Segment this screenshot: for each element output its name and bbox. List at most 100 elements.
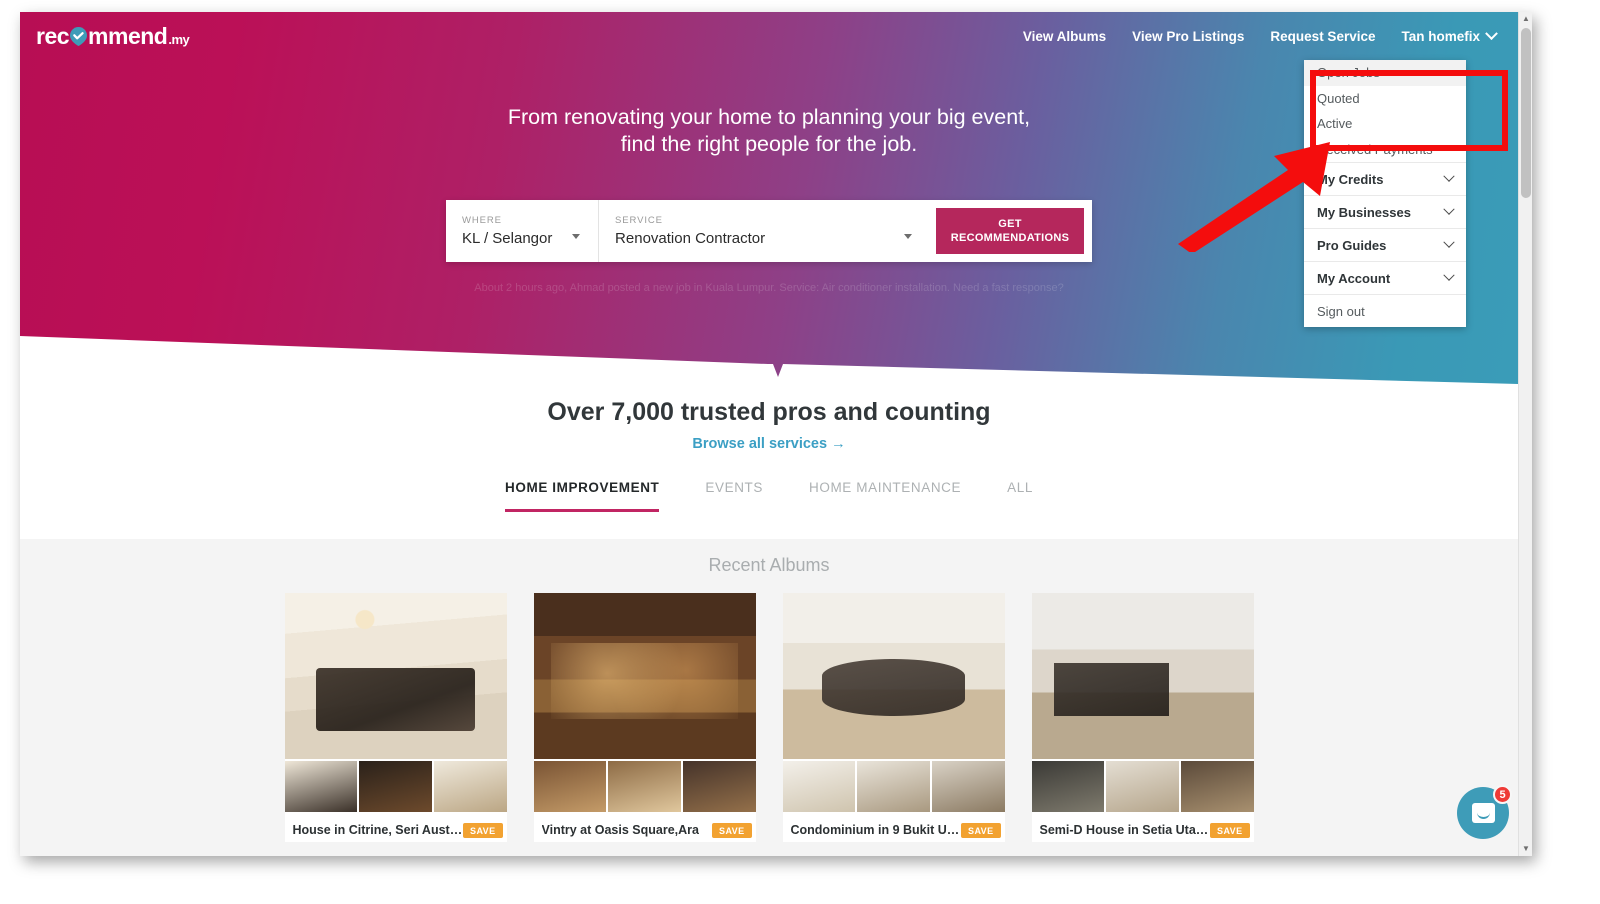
- get-recommendations-button[interactable]: GET RECOMMENDATIONS: [936, 208, 1084, 254]
- where-value: KL / Selangor: [462, 230, 553, 247]
- album-thumbnail[interactable]: [857, 761, 930, 812]
- save-album-button[interactable]: SAVE: [961, 822, 1001, 838]
- dropdown-item-open-jobs[interactable]: Open Jobs: [1304, 60, 1466, 86]
- album-cover-image[interactable]: [1031, 593, 1254, 759]
- service-search-bar: WHERE KL / Selangor SERVICE Renovation C…: [446, 200, 1092, 262]
- chevron-down-icon: [1443, 236, 1455, 248]
- album-cover-image[interactable]: [284, 593, 507, 759]
- save-album-button[interactable]: SAVE: [712, 822, 752, 838]
- chevron-down-icon: [1485, 26, 1498, 40]
- dropdown-item-pro-guides[interactable]: Pro Guides: [1304, 228, 1466, 261]
- where-select[interactable]: WHERE KL / Selangor: [446, 200, 600, 262]
- top-navigation-bar: rec mmend .my View Albums View Pro Listing…: [20, 12, 1518, 60]
- logo-text-before: rec: [36, 22, 70, 49]
- dropdown-item-label: Quoted: [1317, 90, 1360, 106]
- album-card-footer: Vintry at Oasis Square,Ara SAVE: [534, 818, 756, 842]
- chat-bubble-icon: [1471, 803, 1495, 823]
- album-thumbnail[interactable]: [782, 761, 856, 812]
- service-value: Renovation Contractor: [615, 230, 766, 247]
- dropdown-item-active[interactable]: Active: [1304, 111, 1466, 137]
- logo-text-after: mmend: [88, 22, 168, 49]
- logo-suffix: .my: [168, 31, 190, 47]
- dropdown-item-my-businesses[interactable]: My Businesses: [1304, 195, 1466, 228]
- album-title: House in Citrine, Seri Austin Hills: [292, 823, 464, 837]
- where-label: WHERE: [462, 215, 502, 226]
- album-title: Vintry at Oasis Square,Ara: [541, 823, 699, 837]
- chat-widget: 5: [1457, 785, 1512, 839]
- scrollbar-thumb[interactable]: [1521, 28, 1531, 198]
- chevron-down-icon: [904, 234, 912, 239]
- chevron-down-icon: [1443, 269, 1455, 281]
- hero-headline-line-2: find the right people for the job.: [620, 132, 918, 156]
- album-thumbnail[interactable]: [433, 761, 507, 812]
- dropdown-item-label: Sign out: [1317, 303, 1365, 319]
- chevron-down-icon: [1443, 203, 1455, 215]
- screenshot-root: rec mmend .my View Albums View Pro Listing…: [0, 0, 1600, 904]
- nav-request-service[interactable]: Request Service: [1270, 29, 1375, 44]
- album-card-footer: Semi-D House in Setia Utama SAVE: [1032, 818, 1254, 842]
- album-thumbnail[interactable]: [682, 761, 756, 812]
- vertical-scrollbar[interactable]: ▲ ▼: [1518, 12, 1532, 856]
- browse-all-services-link[interactable]: Browse all services →: [20, 436, 1518, 452]
- album-thumbnail[interactable]: [533, 761, 607, 812]
- scroll-down-arrow-icon[interactable]: ▼: [1519, 842, 1532, 856]
- user-account-menu-trigger[interactable]: Tan homefix: [1401, 26, 1498, 44]
- album-thumbnail[interactable]: [284, 761, 358, 812]
- recent-albums-section: Recent Albums House in Citrine, Seri Aus…: [20, 539, 1518, 856]
- dropdown-item-my-account[interactable]: My Account: [1304, 261, 1466, 294]
- save-album-button[interactable]: SAVE: [1210, 822, 1250, 838]
- chevron-down-icon: [572, 234, 581, 239]
- album-card[interactable]: Vintry at Oasis Square,Ara SAVE: [533, 593, 756, 842]
- dropdown-item-quoted[interactable]: Quoted: [1304, 86, 1466, 112]
- chat-unread-badge: 5: [1493, 785, 1512, 804]
- recent-albums-heading: Recent Albums: [708, 555, 830, 575]
- album-title: Semi-D House in Setia Utama: [1039, 823, 1211, 837]
- tab-home-maintenance[interactable]: HOME MAINTENANCE: [809, 480, 961, 509]
- nav-view-albums[interactable]: View Albums: [1023, 29, 1106, 44]
- album-thumbnail[interactable]: [931, 761, 1005, 812]
- dropdown-item-my-credits[interactable]: My Credits: [1304, 162, 1466, 195]
- site-logo[interactable]: rec mmend .my: [36, 22, 190, 50]
- user-name-label: Tan homefix: [1401, 28, 1480, 44]
- dropdown-item-sign-out[interactable]: Sign out: [1304, 294, 1466, 327]
- pin-check-icon: [70, 26, 88, 46]
- tab-home-improvement[interactable]: HOME IMPROVEMENT: [505, 480, 660, 512]
- tab-events[interactable]: EVENTS: [705, 480, 763, 509]
- dropdown-item-label: Active: [1317, 116, 1353, 132]
- save-album-button[interactable]: SAVE: [463, 822, 503, 838]
- service-select[interactable]: SERVICE Renovation Contractor: [599, 200, 936, 262]
- dropdown-item-label: My Credits: [1317, 171, 1384, 187]
- album-thumbnail-strip: [782, 761, 1005, 812]
- chevron-down-icon: [1443, 170, 1455, 182]
- page-viewport: rec mmend .my View Albums View Pro Listing…: [20, 12, 1518, 856]
- pros-count-section: Over 7,000 trusted pros and counting Bro…: [20, 384, 1518, 539]
- album-thumbnail[interactable]: [1106, 761, 1179, 812]
- album-title: Condominium in 9 Bukit Utama: [790, 823, 962, 837]
- activity-ticker: About 2 hours ago, Ahmad posted a new jo…: [474, 282, 1064, 294]
- trusted-pros-heading: Over 7,000 trusted pros and counting: [547, 398, 991, 426]
- album-card[interactable]: House in Citrine, Seri Austin Hills SAVE: [284, 593, 507, 842]
- album-cover-image[interactable]: [533, 593, 756, 759]
- nav-links-group: View Albums View Pro Listings Request Se…: [1023, 26, 1518, 44]
- hero-section: rec mmend .my View Albums View Pro Listing…: [20, 12, 1518, 384]
- dropdown-item-received-payments[interactable]: Received Payments: [1304, 137, 1466, 163]
- album-thumbnail-strip: [284, 761, 507, 812]
- category-tabs: HOME IMPROVEMENT EVENTS HOME MAINTENANCE…: [20, 480, 1518, 512]
- album-thumbnail[interactable]: [1031, 761, 1105, 812]
- album-thumbnail[interactable]: [359, 761, 432, 812]
- album-thumbnail-strip: [533, 761, 756, 812]
- dropdown-item-label: Received Payments: [1317, 141, 1433, 157]
- album-cover-image[interactable]: [782, 593, 1005, 759]
- tab-all[interactable]: ALL: [1007, 480, 1033, 509]
- hero-headline-line-1: From renovating your home to planning yo…: [507, 105, 1031, 129]
- album-thumbnail[interactable]: [608, 761, 681, 812]
- album-card[interactable]: Semi-D House in Setia Utama SAVE: [1031, 593, 1254, 842]
- dropdown-item-label: My Businesses: [1317, 204, 1411, 220]
- album-card-footer: Condominium in 9 Bukit Utama SAVE: [783, 818, 1005, 842]
- nav-view-pro-listings[interactable]: View Pro Listings: [1132, 29, 1244, 44]
- album-thumbnail-strip: [1031, 761, 1254, 812]
- get-recommendations-line-2: RECOMMENDATIONS: [950, 232, 1070, 244]
- album-card[interactable]: Condominium in 9 Bukit Utama SAVE: [782, 593, 1005, 842]
- scroll-up-arrow-icon[interactable]: ▲: [1519, 12, 1532, 26]
- album-thumbnail[interactable]: [1180, 761, 1254, 812]
